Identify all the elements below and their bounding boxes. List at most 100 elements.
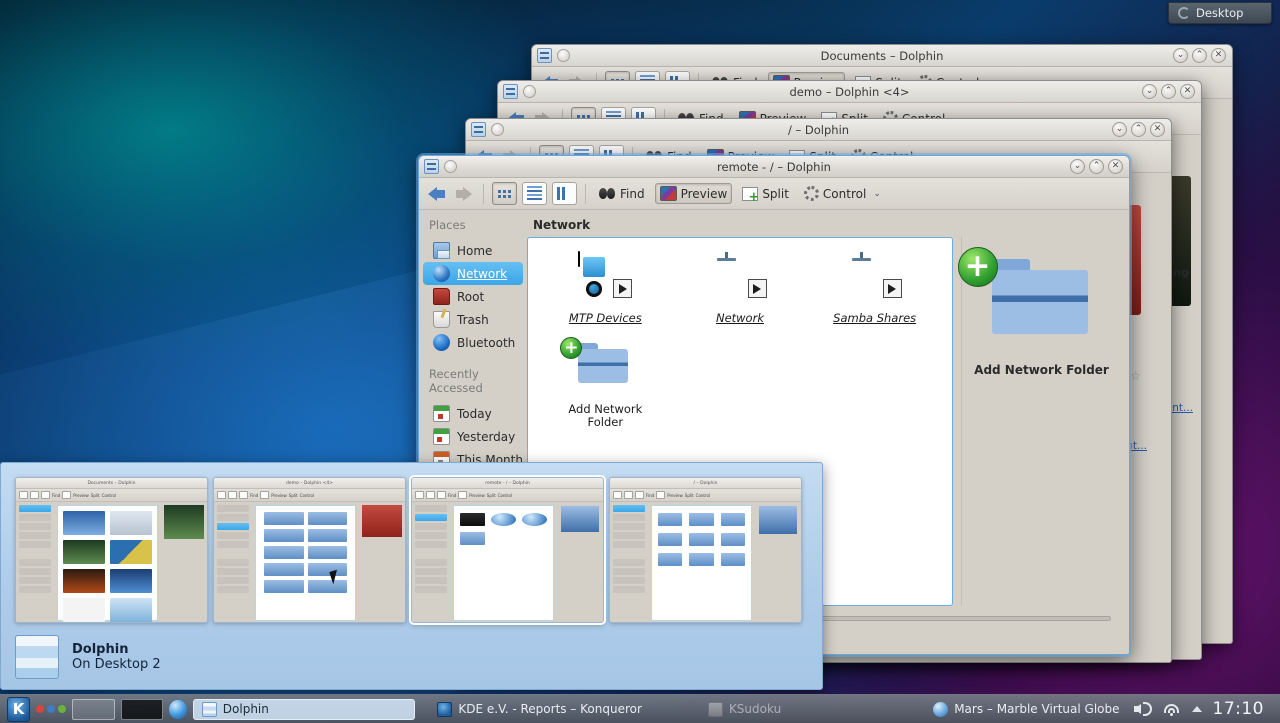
- sidebar-item-today[interactable]: Today: [423, 402, 523, 425]
- chevron-down-icon[interactable]: ⌄: [873, 189, 881, 201]
- icons-view-button[interactable]: [492, 182, 517, 205]
- places-header: Places: [419, 218, 527, 239]
- link-overlay-icon: [883, 279, 902, 298]
- pager-desktop-1[interactable]: [72, 699, 115, 720]
- sidebar-item-label: Root: [457, 290, 484, 304]
- switcher-thumb-fileview: [255, 505, 356, 621]
- window-switcher[interactable]: Documents – Dolphin FindPreviewSplitCont…: [0, 462, 823, 690]
- wifi-icon[interactable]: [1163, 701, 1181, 717]
- close-button[interactable]: ✕: [1211, 48, 1226, 63]
- split-icon: [742, 187, 758, 201]
- maximize-button[interactable]: ⌃: [1161, 84, 1176, 99]
- desktop-toolbox[interactable]: Desktop: [1168, 2, 1272, 24]
- shade-button[interactable]: ⌄: [1070, 159, 1085, 174]
- task-dolphin[interactable]: Dolphin: [193, 699, 416, 720]
- file-item-label: Network: [716, 312, 764, 325]
- sidebar-item-bluetooth[interactable]: ⑋ Bluetooth: [423, 331, 523, 354]
- add-folder-icon: +: [992, 259, 1092, 347]
- file-item-add-network-folder[interactable]: + Add Network Folder: [538, 343, 673, 429]
- marble-icon: [933, 702, 948, 717]
- back-button[interactable]: [426, 184, 448, 204]
- file-item-network[interactable]: Network: [673, 252, 808, 325]
- window-menu-icon[interactable]: [471, 122, 486, 137]
- shade-button[interactable]: ⌄: [1173, 48, 1188, 63]
- sidebar-item-yesterday[interactable]: Yesterday: [423, 425, 523, 448]
- switcher-thumb-toolbar: FindPreviewSplitControl: [214, 489, 405, 502]
- details-view-button[interactable]: [522, 182, 547, 205]
- titlebar-documents[interactable]: Documents – Dolphin ⌄ ⌃ ✕: [532, 45, 1232, 67]
- star-icon: ☆: [1130, 369, 1141, 383]
- window-shade-button[interactable]: [523, 85, 536, 98]
- window-menu-icon[interactable]: [424, 159, 439, 174]
- window-shade-button[interactable]: [444, 160, 457, 173]
- control-label: Control: [823, 187, 866, 201]
- task-ksudoku[interactable]: KSudoku: [700, 699, 789, 720]
- pager-desktop-2[interactable]: [121, 699, 164, 720]
- close-button[interactable]: ✕: [1150, 122, 1165, 137]
- switcher-thumb-remote[interactable]: remote - / – Dolphin FindPreviewSplitCon…: [411, 477, 604, 623]
- volume-icon[interactable]: [1134, 701, 1152, 717]
- find-button[interactable]: Find: [594, 184, 650, 204]
- link-overlay-icon: [613, 279, 632, 298]
- task-konqueror[interactable]: KDE e.V. - Reports – Konqueror: [429, 699, 650, 720]
- toolbar-remote[interactable]: Find Preview Split Control ⌄: [419, 178, 1129, 210]
- titlebar-root[interactable]: / – Dolphin ⌄ ⌃ ✕: [466, 119, 1171, 141]
- kde-menu-icon[interactable]: K: [7, 697, 30, 722]
- file-item-label: MTP Devices: [569, 312, 642, 325]
- maximize-button[interactable]: ⌃: [1089, 159, 1104, 174]
- maximize-button[interactable]: ⌃: [1131, 122, 1146, 137]
- sidebar-item-home[interactable]: Home: [423, 239, 523, 262]
- maximize-button[interactable]: ⌃: [1192, 48, 1207, 63]
- switcher-thumb-title: demo – Dolphin <4>: [214, 478, 405, 489]
- control-button[interactable]: Control ⌄: [799, 183, 886, 204]
- close-button[interactable]: ✕: [1108, 159, 1123, 174]
- clock[interactable]: 17:10: [1213, 699, 1265, 719]
- add-folder-icon: +: [578, 343, 632, 397]
- sidebar-item-network[interactable]: Network: [423, 262, 523, 285]
- split-button[interactable]: Split: [737, 184, 794, 204]
- trash-icon: [433, 311, 450, 328]
- globe-icon: [433, 265, 450, 282]
- ksudoku-icon: [708, 702, 723, 717]
- find-label: Find: [620, 187, 645, 201]
- taskbar[interactable]: K Dolphin KDE e.V. - Reports – Konqueror…: [0, 694, 1280, 723]
- preview-button[interactable]: Preview: [655, 183, 733, 204]
- file-item-label: Samba Shares: [833, 312, 916, 325]
- window-shade-button[interactable]: [557, 49, 570, 62]
- toolbar-separator: [483, 184, 484, 204]
- switcher-thumb-demo[interactable]: demo – Dolphin <4> FindPreviewSplitContr…: [213, 477, 406, 623]
- sidebar-item-root[interactable]: Root: [423, 285, 523, 308]
- window-menu-icon[interactable]: [537, 48, 552, 63]
- close-button[interactable]: ✕: [1180, 84, 1195, 99]
- window-shade-button[interactable]: [491, 123, 504, 136]
- titlebar-demo[interactable]: demo – Dolphin <4> ⌄ ⌃ ✕: [498, 81, 1201, 103]
- file-item-samba-shares[interactable]: Samba Shares: [807, 252, 942, 325]
- task-marble[interactable]: Mars – Marble Virtual Globe: [925, 699, 1127, 720]
- desktop-toolbox-label: Desktop: [1196, 6, 1243, 20]
- shade-button[interactable]: ⌄: [1142, 84, 1157, 99]
- titlebar-remote[interactable]: remote - / – Dolphin ⌄ ⌃ ✕: [419, 156, 1129, 178]
- window-menu-icon[interactable]: [503, 84, 518, 99]
- show-hidden-tray-icon[interactable]: [1192, 706, 1202, 712]
- sidebar-item-label: Today: [457, 407, 492, 421]
- switcher-thumb-documents[interactable]: Documents – Dolphin FindPreviewSplitCont…: [15, 477, 208, 623]
- home-icon: [433, 242, 450, 259]
- forward-button[interactable]: [453, 184, 475, 204]
- shade-button[interactable]: ⌄: [1112, 122, 1127, 137]
- switcher-thumb-infopanel: [755, 502, 801, 623]
- switcher-thumb-root[interactable]: / – Dolphin FindPreviewSplitControl: [609, 477, 802, 623]
- switcher-thumb-fileview: [453, 505, 554, 621]
- system-tray: 17:10: [1134, 699, 1274, 719]
- columns-view-button[interactable]: [552, 182, 577, 205]
- window-title-root: / – Dolphin: [466, 119, 1171, 141]
- recently-accessed-header: Recently Accessed: [419, 354, 527, 402]
- dolphin-icon: [202, 702, 217, 717]
- preview-icon: [660, 186, 677, 201]
- file-item-mtp-devices[interactable]: MTP Devices: [538, 252, 673, 325]
- demo-info-text: ng: [1173, 266, 1189, 279]
- activity-dots[interactable]: [36, 705, 66, 713]
- switcher-thumb-title: remote - / – Dolphin: [412, 478, 603, 489]
- show-desktop-globe-icon[interactable]: [169, 700, 187, 719]
- sidebar-item-trash[interactable]: Trash: [423, 308, 523, 331]
- task-label: Dolphin: [223, 702, 269, 716]
